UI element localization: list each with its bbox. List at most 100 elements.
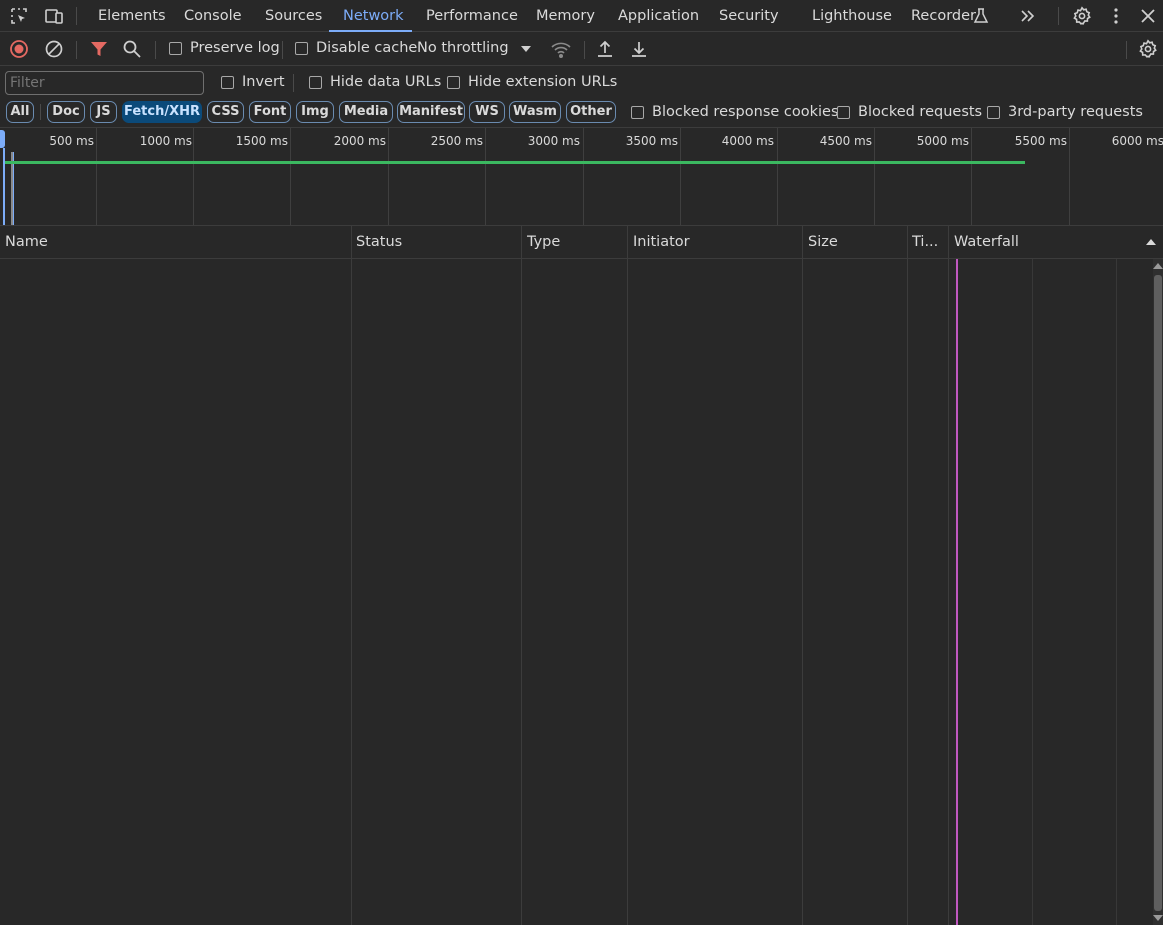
scrollbar-thumb[interactable]: [1154, 275, 1162, 911]
tab-elements[interactable]: Elements: [98, 0, 166, 32]
column-header-initiator[interactable]: Initiator: [633, 226, 690, 259]
column-header-size[interactable]: Size: [808, 226, 838, 259]
tick-label: 1500 ms: [235, 134, 288, 148]
network-overview[interactable]: 500 ms 1000 ms 1500 ms 2000 ms 2500 ms 3…: [0, 128, 1163, 226]
invert-checkbox[interactable]: [221, 76, 234, 89]
type-filter-css[interactable]: CSS: [207, 101, 244, 123]
type-filter-font[interactable]: Font: [249, 101, 291, 123]
third-party-requests-label: 3rd-party requests: [1008, 104, 1143, 120]
column-header-waterfall[interactable]: Waterfall: [954, 226, 1019, 259]
close-icon[interactable]: [1138, 6, 1158, 26]
clear-icon[interactable]: [44, 39, 64, 59]
network-conditions-icon[interactable]: [550, 39, 571, 59]
grid-line: [290, 128, 291, 225]
search-icon[interactable]: [122, 39, 142, 59]
type-filter-media[interactable]: Media: [339, 101, 393, 123]
tab-application[interactable]: Application: [618, 0, 699, 32]
type-filter-all[interactable]: All: [6, 101, 34, 123]
grid-line: [777, 128, 778, 225]
column-divider: [351, 259, 352, 925]
scroll-down-arrow[interactable]: [1153, 915, 1163, 921]
disable-cache-checkbox[interactable]: [295, 42, 308, 55]
divider: [282, 41, 283, 59]
preserve-log-checkbox[interactable]: [169, 42, 182, 55]
disable-cache-label: Disable cache: [316, 40, 418, 56]
settings-icon[interactable]: [1072, 6, 1092, 26]
third-party-requests-checkbox[interactable]: [987, 106, 1000, 119]
type-filter-ws[interactable]: WS: [469, 101, 505, 123]
column-header-time[interactable]: Ti...: [912, 226, 946, 259]
tab-memory[interactable]: Memory: [536, 0, 595, 32]
tab-lighthouse[interactable]: Lighthouse: [812, 0, 892, 32]
export-har-icon[interactable]: [629, 39, 649, 59]
hide-data-urls-label: Hide data URLs: [330, 74, 442, 90]
network-toolbar: Preserve log Disable cache No throttling: [0, 33, 1163, 66]
filter-row: Invert Hide data URLs Hide extension URL…: [0, 66, 1163, 98]
filter-icon[interactable]: [89, 39, 109, 59]
tick-label: 3000 ms: [527, 134, 580, 148]
divider: [584, 41, 585, 59]
tab-network[interactable]: Network: [343, 0, 404, 32]
type-filter-js[interactable]: JS: [90, 101, 117, 123]
tick-label: 1000 ms: [139, 134, 192, 148]
throttling-select[interactable]: No throttling: [417, 40, 509, 56]
type-filter-other[interactable]: Other: [566, 101, 616, 123]
type-filter-wasm[interactable]: Wasm: [509, 101, 561, 123]
tab-recorder[interactable]: Recorder: [911, 0, 976, 32]
type-filter-img[interactable]: Img: [296, 101, 334, 123]
kebab-menu-icon[interactable]: [1106, 6, 1126, 26]
preserve-log-label: Preserve log: [190, 40, 280, 56]
network-settings-icon[interactable]: [1138, 39, 1158, 59]
vertical-scrollbar[interactable]: [1153, 259, 1163, 925]
tab-security[interactable]: Security: [719, 0, 779, 32]
grid-line: [971, 128, 972, 225]
load-event-marker: [956, 259, 958, 925]
import-har-icon[interactable]: [595, 39, 615, 59]
column-divider: [802, 259, 803, 925]
grid-line: [193, 128, 194, 225]
column-divider[interactable]: [627, 226, 628, 259]
grid-line: [1069, 128, 1070, 225]
tick-label: 6000 ms: [1111, 134, 1163, 148]
devtools-tab-bar: Elements Console Sources Network Perform…: [0, 0, 1163, 32]
tab-performance[interactable]: Performance: [426, 0, 518, 32]
blocked-requests-checkbox[interactable]: [837, 106, 850, 119]
divider: [293, 74, 294, 92]
type-filter-doc[interactable]: Doc: [47, 101, 85, 123]
scroll-up-arrow[interactable]: [1153, 263, 1163, 269]
filter-input[interactable]: [5, 71, 204, 95]
waterfall-grid-line: [1116, 259, 1117, 925]
more-tabs-icon[interactable]: [1018, 6, 1038, 26]
hide-extension-urls-checkbox[interactable]: [447, 76, 460, 89]
blocked-response-cookies-checkbox[interactable]: [631, 106, 644, 119]
column-divider: [907, 259, 908, 925]
column-divider[interactable]: [521, 226, 522, 259]
column-header-status[interactable]: Status: [356, 226, 402, 259]
inspect-element-icon[interactable]: [9, 6, 29, 26]
sort-ascending-icon[interactable]: [1145, 236, 1157, 248]
type-filter-manifest[interactable]: Manifest: [397, 101, 465, 123]
tab-console[interactable]: Console: [184, 0, 242, 32]
grid-line: [96, 128, 97, 225]
divider: [76, 41, 77, 59]
type-filter-fetch-xhr[interactable]: Fetch/XHR: [122, 101, 202, 123]
column-header-type[interactable]: Type: [527, 226, 560, 259]
overview-left-handle[interactable]: [0, 130, 5, 148]
tick-label: 3500 ms: [625, 134, 678, 148]
column-divider[interactable]: [802, 226, 803, 259]
column-divider[interactable]: [351, 226, 352, 259]
tick-label: 500 ms: [49, 134, 94, 148]
column-divider[interactable]: [907, 226, 908, 259]
hide-data-urls-checkbox[interactable]: [309, 76, 322, 89]
record-icon[interactable]: [9, 39, 29, 59]
column-header-name[interactable]: Name: [5, 226, 48, 259]
tab-sources[interactable]: Sources: [265, 0, 322, 32]
dropdown-arrow-icon[interactable]: [519, 42, 533, 56]
overview-selection-edge: [3, 148, 5, 225]
request-table-body[interactable]: [0, 259, 1163, 925]
active-tab-indicator: [329, 30, 412, 32]
column-divider: [948, 259, 949, 925]
tick-label: 5500 ms: [1014, 134, 1067, 148]
column-divider[interactable]: [948, 226, 949, 259]
device-toolbar-icon[interactable]: [44, 6, 64, 26]
